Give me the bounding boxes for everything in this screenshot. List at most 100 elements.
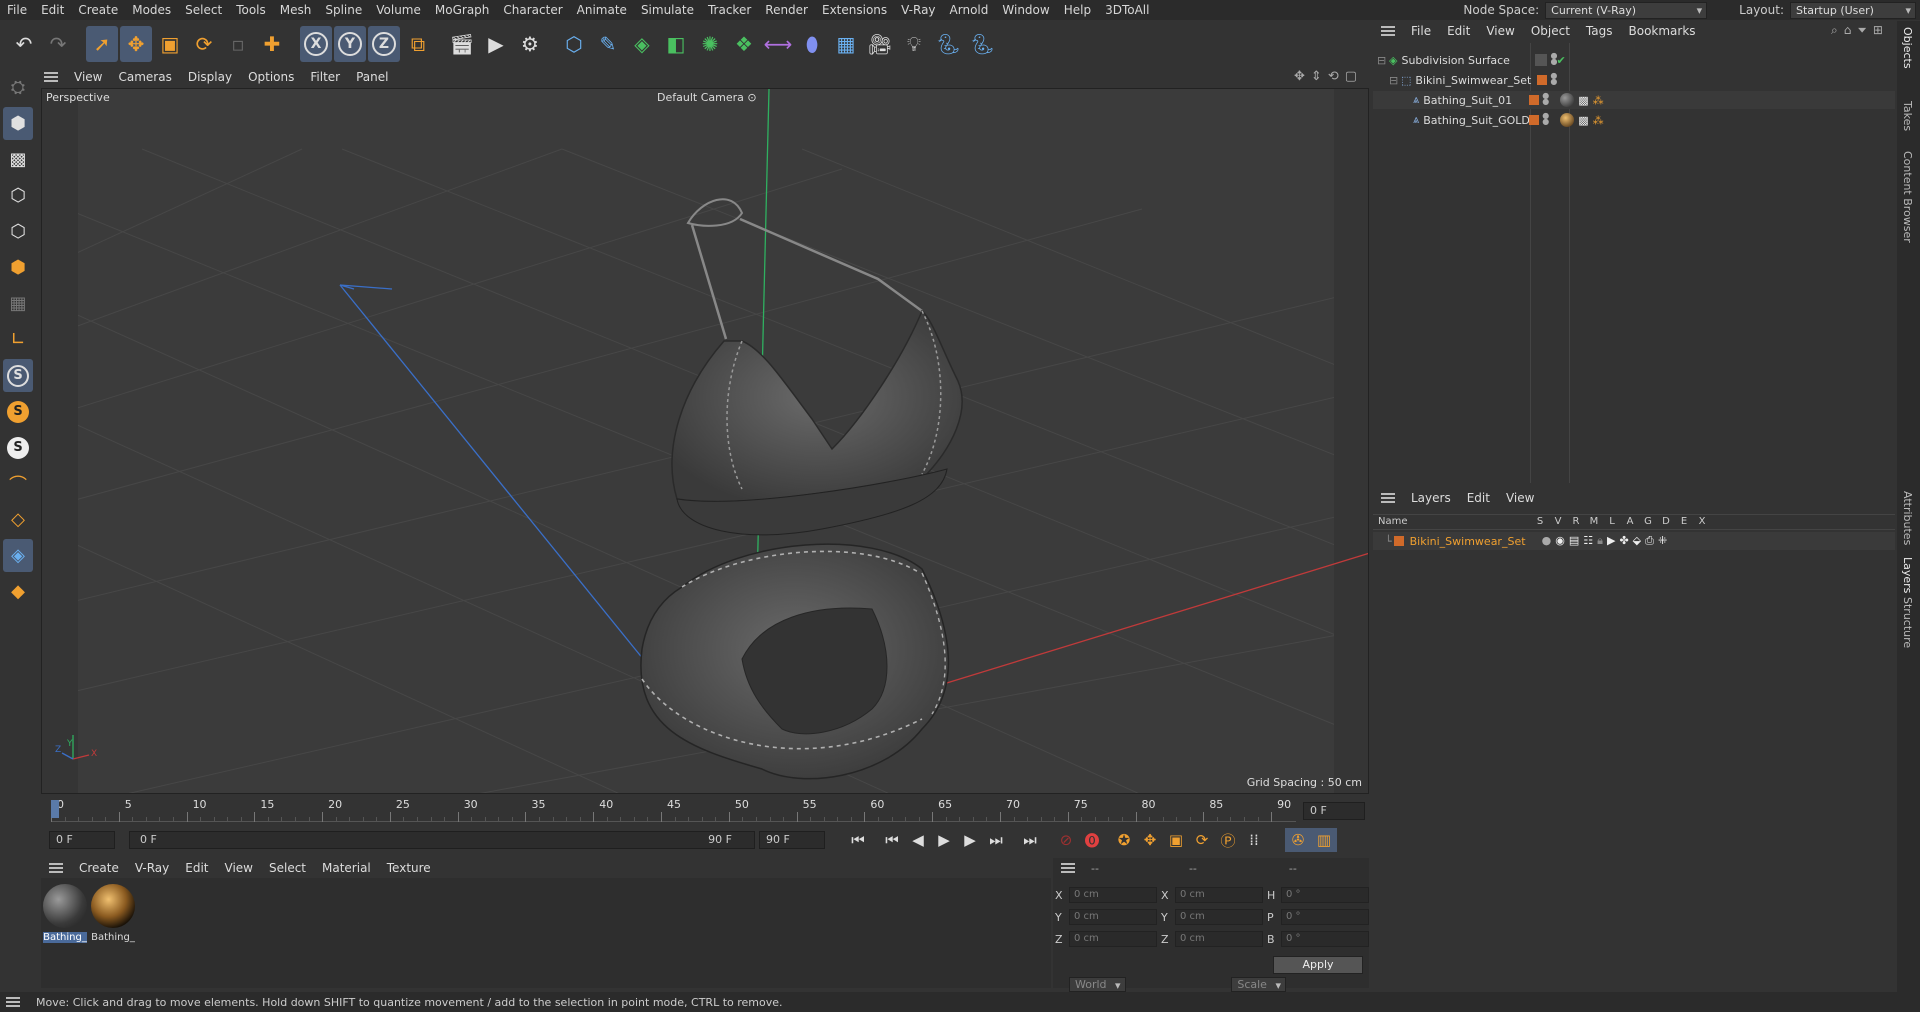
python2-button[interactable]: 🐍︎ bbox=[966, 26, 998, 62]
obj-menu-edit[interactable]: Edit bbox=[1439, 24, 1478, 38]
timeline-options-button[interactable]: ✇ bbox=[1285, 828, 1311, 852]
visibility-dots[interactable]: ● ● bbox=[1542, 92, 1549, 107]
material-slot[interactable]: Bathing_ bbox=[43, 884, 87, 943]
menu-file[interactable]: File bbox=[0, 0, 34, 20]
layer-menu-view[interactable]: View bbox=[1498, 491, 1542, 505]
frame-ruler[interactable]: 0 5 10 15 20 25 30 35 40 45 50 55 60 65 70 75 80 85 90 bbox=[51, 796, 1296, 822]
layer-column-header[interactable]: R bbox=[1567, 516, 1585, 527]
obj-menu-object[interactable]: Object bbox=[1523, 24, 1578, 38]
python-button[interactable]: 🐍︎ bbox=[932, 26, 964, 62]
object-row[interactable]: ⩓ Bathing_Suit_01 ● ● ▩ ⁂ bbox=[1373, 91, 1895, 109]
viewport-menu-filter[interactable]: Filter bbox=[302, 70, 348, 84]
tab-objects[interactable]: Objects bbox=[1901, 27, 1914, 69]
scale-tool-button[interactable]: ▣ bbox=[154, 26, 186, 62]
menu-animate[interactable]: Animate bbox=[570, 0, 634, 20]
tab-takes[interactable]: Takes bbox=[1901, 101, 1914, 131]
pen-button[interactable]: ✎ bbox=[592, 26, 624, 62]
eye-icon[interactable]: ◉ bbox=[1555, 534, 1565, 548]
mat-menu-create[interactable]: Create bbox=[71, 861, 127, 875]
extrude-button[interactable]: ◧ bbox=[660, 26, 692, 62]
x-axis-button[interactable]: X bbox=[300, 26, 332, 62]
material-slot[interactable]: Bathing_ bbox=[91, 884, 135, 943]
visibility-dots[interactable]: ● ● bbox=[1550, 72, 1557, 87]
object-panel-tool-icons[interactable]: ⌕⌂⏷⊞ bbox=[1831, 23, 1889, 38]
3d-viewport[interactable]: Perspective Default Camera ⊙ Grid Spacin… bbox=[41, 88, 1369, 794]
model-mode-button[interactable]: ⬢ bbox=[3, 107, 33, 140]
vray-tag-icon[interactable]: ⁂ bbox=[1593, 114, 1604, 127]
mat-menu-view[interactable]: View bbox=[217, 861, 261, 875]
key-position-button[interactable]: ✥ bbox=[1137, 828, 1163, 852]
hamburger-icon[interactable] bbox=[1381, 26, 1395, 36]
expression-icon[interactable]: ⎙ bbox=[1645, 534, 1654, 548]
size-x-field[interactable]: 0 cm bbox=[1175, 887, 1263, 903]
texture-tag-icon[interactable]: ▩ bbox=[1578, 94, 1588, 107]
dope-sheet-button[interactable]: ▥ bbox=[1311, 828, 1337, 852]
obj-menu-view[interactable]: View bbox=[1478, 24, 1522, 38]
manager-icon[interactable]: ☷ bbox=[1583, 534, 1593, 548]
viewport-nav-icons[interactable]: ✥⇕⟲▢ bbox=[1294, 69, 1363, 84]
menu-arnold[interactable]: Arnold bbox=[943, 0, 996, 20]
layer-column-header[interactable]: X bbox=[1693, 516, 1711, 527]
menu-volume[interactable]: Volume bbox=[369, 0, 428, 20]
uv-mode-button[interactable]: ▦ bbox=[3, 287, 33, 320]
key-pla-button[interactable]: ⁞⁞ bbox=[1241, 828, 1267, 852]
current-frame-field[interactable]: 0 F bbox=[1303, 802, 1365, 820]
viewport-menu-view[interactable]: View bbox=[66, 70, 110, 84]
expand-toggle[interactable]: ⊟ bbox=[1377, 54, 1386, 67]
menu-tracker[interactable]: Tracker bbox=[701, 0, 758, 20]
menu-mograph[interactable]: MoGraph bbox=[428, 0, 497, 20]
position-y-field[interactable]: 0 cm bbox=[1069, 909, 1157, 925]
menu-vray[interactable]: V-Ray bbox=[894, 0, 942, 20]
tab-layers[interactable]: Layers bbox=[1901, 557, 1914, 593]
mat-menu-vray[interactable]: V-Ray bbox=[127, 861, 177, 875]
menu-simulate[interactable]: Simulate bbox=[634, 0, 701, 20]
xref-icon[interactable]: ⁜ bbox=[1658, 534, 1667, 548]
position-x-field[interactable]: 0 cm bbox=[1069, 887, 1157, 903]
position-z-field[interactable]: 0 cm bbox=[1069, 931, 1157, 947]
go-to-end-button[interactable]: ⏭ bbox=[1017, 828, 1043, 852]
layer-row[interactable]: └ Bikini_Swimwear_Set ● ◉ ▤ ☷ 🔒︎ ▶ ✤ ⬙ ⎙… bbox=[1373, 532, 1895, 550]
object-row[interactable]: ⊟ ⬚ Bikini_Swimwear_Set ● ● bbox=[1373, 71, 1895, 89]
go-to-start-button[interactable]: ⏮ bbox=[845, 828, 871, 852]
menu-character[interactable]: Character bbox=[496, 0, 569, 20]
workplane-button[interactable]: ◇ bbox=[3, 503, 33, 536]
snap-mode-button[interactable]: S bbox=[3, 431, 33, 464]
lock-icon[interactable]: 🔒︎ bbox=[1597, 534, 1603, 548]
end-frame-field[interactable]: 90 F bbox=[759, 831, 825, 849]
layout-select[interactable]: Startup (User) bbox=[1790, 1, 1916, 19]
menu-create[interactable]: Create bbox=[71, 0, 125, 20]
mat-menu-edit[interactable]: Edit bbox=[177, 861, 216, 875]
menu-help[interactable]: Help bbox=[1057, 0, 1098, 20]
cloner-button[interactable]: ✺ bbox=[694, 26, 726, 62]
viewport-menu-display[interactable]: Display bbox=[180, 70, 240, 84]
hamburger-icon[interactable] bbox=[44, 72, 58, 82]
prev-frame-button[interactable]: ◀ bbox=[905, 828, 931, 852]
key-scale-button[interactable]: ▣ bbox=[1163, 828, 1189, 852]
rotation-h-field[interactable]: 0 ° bbox=[1281, 887, 1369, 903]
size-y-field[interactable]: 0 cm bbox=[1175, 909, 1263, 925]
viewport-menu-options[interactable]: Options bbox=[240, 70, 302, 84]
make-editable-button[interactable]: ⛭ bbox=[3, 71, 33, 104]
layer-color-box[interactable] bbox=[1529, 95, 1540, 105]
render-view-button[interactable]: 🎬︎ bbox=[446, 26, 478, 62]
layer-column-header[interactable]: M bbox=[1585, 516, 1603, 527]
key-selection-button[interactable]: ✪ bbox=[1111, 828, 1137, 852]
move-tool-button[interactable]: ✥ bbox=[120, 26, 152, 62]
floor-button[interactable]: ▦ bbox=[830, 26, 862, 62]
apply-button[interactable]: Apply bbox=[1273, 956, 1363, 974]
recent-tools-button[interactable]: ▫ bbox=[222, 26, 254, 62]
material-tag-icon[interactable] bbox=[1560, 113, 1575, 127]
layer-column-header[interactable]: G bbox=[1639, 516, 1657, 527]
hamburger-icon[interactable] bbox=[49, 863, 63, 873]
snap-button[interactable]: S bbox=[3, 359, 33, 392]
render-picture-viewer-button[interactable]: ▶ bbox=[480, 26, 512, 62]
frame-range-slider[interactable]: 0 F 90 F bbox=[129, 831, 755, 849]
texture-tag-icon[interactable]: ▩ bbox=[1578, 114, 1588, 127]
render-settings-button[interactable]: ⚙ bbox=[514, 26, 546, 62]
redo-button[interactable]: ↷ bbox=[42, 26, 74, 62]
key-parameter-button[interactable]: Ⓟ bbox=[1215, 828, 1241, 852]
autokey-button[interactable]: ⓿ bbox=[1079, 828, 1105, 852]
undo-button[interactable]: ↶ bbox=[8, 26, 40, 62]
cube-button[interactable]: ⬡ bbox=[558, 26, 590, 62]
prev-key-button[interactable]: ⏮ bbox=[879, 828, 905, 852]
